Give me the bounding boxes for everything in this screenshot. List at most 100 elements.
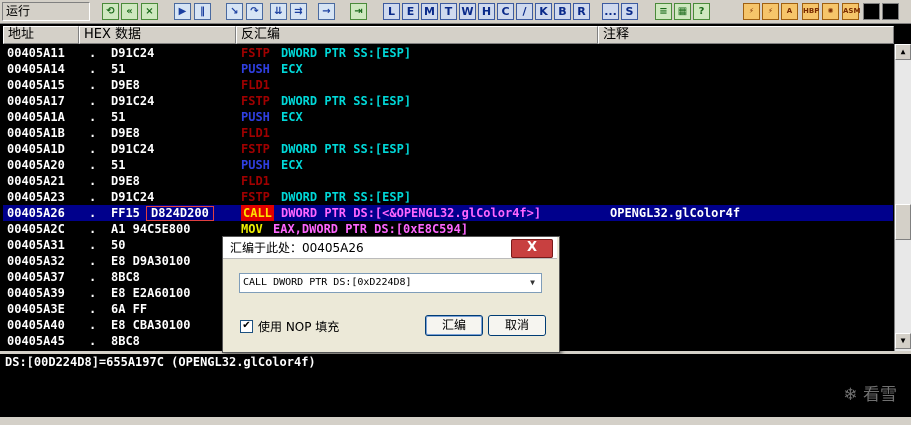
- plugin-black-2-icon[interactable]: [882, 3, 899, 20]
- run-trace-window-button[interactable]: ...: [602, 3, 619, 20]
- table-row[interactable]: 00405A1A. 51 PUSH ECX: [3, 109, 893, 125]
- patches-window-button[interactable]: /: [516, 3, 533, 20]
- run-status: 运行: [2, 2, 90, 21]
- table-row[interactable]: 00405A15. D9E8 FLD1: [3, 77, 893, 93]
- row-hex: 8BC8: [111, 334, 140, 348]
- table-row[interactable]: 00405A23. D91C24 FSTP DWORD PTR SS:[ESP]: [3, 189, 893, 205]
- column-header-address[interactable]: 地址: [3, 26, 79, 44]
- row-address: 00405A1B: [7, 126, 65, 140]
- breakpoints-window-button[interactable]: B: [554, 3, 571, 20]
- step-into-icon[interactable]: ↘: [226, 3, 243, 20]
- references-window-button[interactable]: R: [573, 3, 590, 20]
- cpu-window-button[interactable]: C: [497, 3, 514, 20]
- row-hex: D91C24: [111, 46, 155, 60]
- table-row[interactable]: 00405A2C. A1 94C5E800 MOV EAX,DWORD PTR DS:…: [3, 221, 893, 237]
- row-hex: 51: [111, 62, 126, 76]
- column-header-hex[interactable]: HEX 数据: [79, 26, 236, 44]
- assemble-input-value: CALL DWORD PTR DS:[0xD224D8]: [243, 277, 412, 288]
- plugin-1-icon[interactable]: ⚡: [743, 3, 760, 20]
- scroll-up-icon[interactable]: ▲: [895, 44, 911, 60]
- row-hex: D9E8: [111, 78, 140, 92]
- table-row[interactable]: 00405A1D. D91C24 FSTP DWORD PTR SS:[ESP]: [3, 141, 893, 157]
- row-hex: E8 CBA30100: [111, 318, 191, 332]
- rewind-icon[interactable]: «: [121, 3, 138, 20]
- row-marker: .: [89, 110, 97, 124]
- options-icon[interactable]: ▦: [674, 3, 691, 20]
- table-row[interactable]: 00405A20. 51 PUSH ECX: [3, 157, 893, 173]
- row-marker: .: [89, 334, 97, 348]
- plugin-gear-icon[interactable]: ✺: [822, 3, 839, 20]
- row-hex: D9E8: [111, 174, 140, 188]
- execute-till-return-icon[interactable]: →: [318, 3, 335, 20]
- table-row[interactable]: 00405A21. D9E8 FLD1: [3, 173, 893, 189]
- step-over-icon[interactable]: ↷: [246, 3, 263, 20]
- log-window-button[interactable]: L: [383, 3, 400, 20]
- trace-into-icon[interactable]: ⇊: [270, 3, 287, 20]
- assemble-button[interactable]: 汇编: [425, 315, 483, 336]
- pause-icon[interactable]: ‖: [194, 3, 211, 20]
- row-hex: E8 E2A60100: [111, 286, 191, 300]
- plugin-2-icon[interactable]: ⚡: [762, 3, 779, 20]
- row-hex: D91C24: [111, 142, 155, 156]
- row-address: 00405A20: [7, 158, 65, 172]
- hardware-breakpoint-button[interactable]: HBP: [802, 3, 819, 20]
- row-marker: .: [89, 158, 97, 172]
- source-window-button[interactable]: S: [621, 3, 638, 20]
- toolbar: 运行 ⟲ « × ▶ ‖ ↘ ↷ ⇊ ⇉ → ⇥ L E M T W H C /…: [0, 0, 911, 24]
- scroll-down-icon[interactable]: ▼: [895, 333, 911, 349]
- row-address: 00405A15: [7, 78, 65, 92]
- row-mnemonic: FLD1: [241, 78, 270, 92]
- nop-fill-label: 使用 NOP 填充: [258, 320, 340, 334]
- table-row-selected[interactable]: 00405A26. FF15 D824D200 CALL DWORD PTR DS:[<…: [3, 205, 893, 221]
- handles-window-button[interactable]: H: [478, 3, 495, 20]
- restart-icon[interactable]: ⟲: [102, 3, 119, 20]
- row-address: 00405A11: [7, 46, 65, 60]
- table-row[interactable]: 00405A1B. D9E8 FLD1: [3, 125, 893, 141]
- scroll-thumb[interactable]: [895, 204, 911, 240]
- list-icon[interactable]: ≡: [655, 3, 672, 20]
- nop-fill-checkbox[interactable]: ✔: [240, 320, 253, 333]
- row-hex: 6A FF: [111, 302, 148, 316]
- trace-over-icon[interactable]: ⇉: [290, 3, 307, 20]
- vertical-scrollbar[interactable]: ▲ ▼: [894, 44, 911, 351]
- run-icon[interactable]: ▶: [174, 3, 191, 20]
- assemble-dialog: 汇编于此处：00405A26 X CALL DWORD PTR DS:[0xD2…: [222, 236, 560, 353]
- row-mnemonic: PUSH: [241, 62, 270, 76]
- chevron-down-icon[interactable]: ▼: [525, 275, 540, 291]
- asm-button[interactable]: ASM: [842, 3, 860, 20]
- column-header-disasm[interactable]: 反汇编: [236, 26, 598, 44]
- row-mnemonic: PUSH: [241, 158, 270, 172]
- table-row[interactable]: 00405A11. D91C24 FSTP DWORD PTR SS:[ESP]: [3, 45, 893, 61]
- assemble-input[interactable]: CALL DWORD PTR DS:[0xD224D8] ▼: [239, 273, 542, 293]
- row-marker: .: [89, 270, 97, 284]
- goto-icon[interactable]: ⇥: [350, 3, 367, 20]
- threads-window-button[interactable]: T: [440, 3, 457, 20]
- row-hex: 51: [111, 158, 126, 172]
- row-address: 00405A23: [7, 190, 65, 204]
- help-icon[interactable]: ?: [693, 3, 710, 20]
- call-stack-window-button[interactable]: K: [535, 3, 552, 20]
- close-process-icon[interactable]: ×: [141, 3, 158, 20]
- plugin-black-1-icon[interactable]: [863, 3, 880, 20]
- row-marker: .: [89, 318, 97, 332]
- table-row[interactable]: 00405A14. 51 PUSH ECX: [3, 61, 893, 77]
- row-marker: .: [89, 142, 97, 156]
- windows-window-button[interactable]: W: [459, 3, 476, 20]
- modules-window-button[interactable]: E: [402, 3, 419, 20]
- row-comment: OPENGL32.glColor4f: [610, 206, 741, 220]
- row-operand: DWORD PTR SS:[ESP]: [281, 190, 412, 204]
- row-marker: .: [89, 126, 97, 140]
- row-hex: 50: [111, 238, 126, 252]
- cancel-button[interactable]: 取消: [488, 315, 546, 336]
- plugin-3-icon[interactable]: A: [781, 3, 798, 20]
- row-hex: D9E8: [111, 126, 140, 140]
- memory-window-button[interactable]: M: [421, 3, 438, 20]
- row-marker: .: [89, 78, 97, 92]
- row-marker: .: [89, 286, 97, 300]
- column-header-comment[interactable]: 注释: [598, 26, 894, 44]
- close-button[interactable]: X: [511, 239, 553, 258]
- row-operand: DWORD PTR SS:[ESP]: [281, 142, 412, 156]
- row-marker: .: [89, 62, 97, 76]
- table-row[interactable]: 00405A17. D91C24 FSTP DWORD PTR SS:[ESP]: [3, 93, 893, 109]
- row-hex: FF15: [111, 206, 140, 220]
